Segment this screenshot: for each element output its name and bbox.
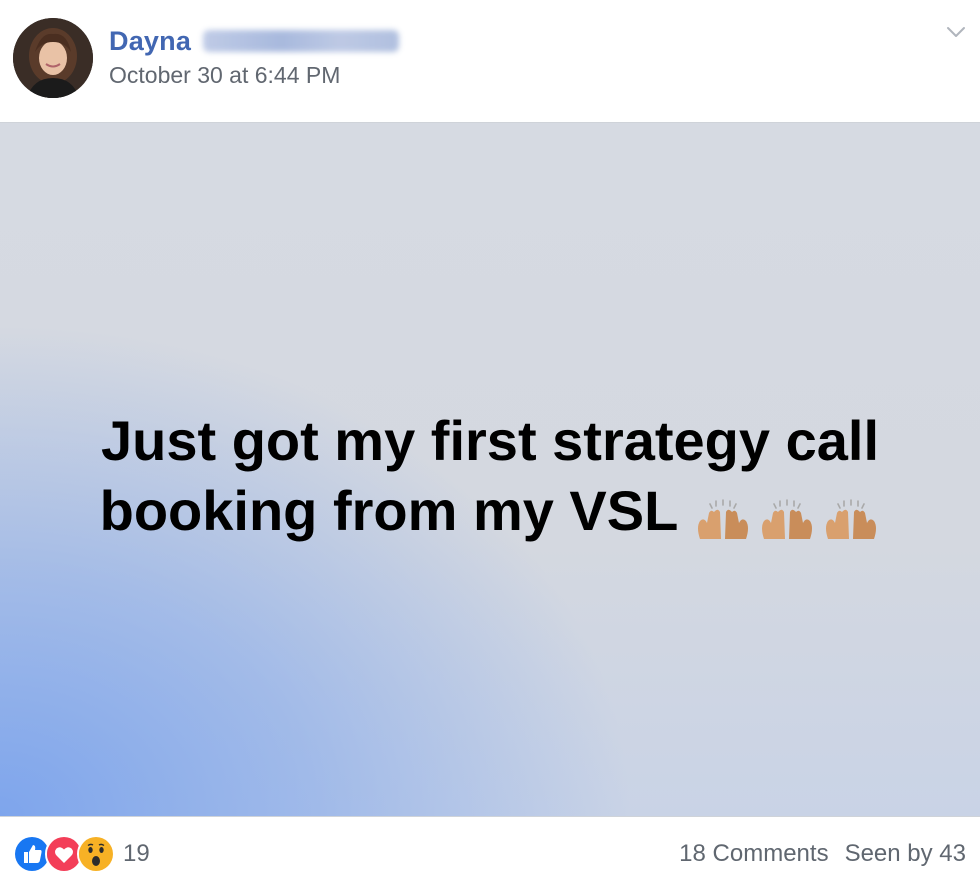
- author-name[interactable]: Dayna: [109, 26, 191, 57]
- redacted-last-name: [203, 30, 400, 52]
- raised-hands-icon: [758, 489, 816, 539]
- reaction-count: 19: [123, 840, 150, 867]
- facebook-post: Dayna October 30 at 6:44 PM Just got my …: [0, 0, 980, 886]
- author-avatar[interactable]: [13, 18, 93, 98]
- post-text-line-1: Just got my first strategy call: [100, 408, 879, 472]
- raised-hands-icon: [694, 489, 752, 539]
- post-text-line-2: booking from my VSL: [99, 478, 679, 542]
- background-text-post: Just got my first strategy call booking …: [0, 122, 980, 817]
- chevron-down-icon[interactable]: [944, 20, 968, 44]
- post-footer: 19 18 Comments Seen by 43: [0, 816, 980, 886]
- raised-hands-icon: [822, 489, 880, 539]
- post-stats: 18 Comments Seen by 43: [679, 840, 966, 868]
- post-text: Just got my first strategy call booking …: [50, 406, 930, 546]
- post-timestamp[interactable]: October 30 at 6:44 PM: [109, 62, 340, 89]
- post-header: Dayna October 30 at 6:44 PM: [0, 0, 980, 122]
- comments-count-link[interactable]: 18 Comments: [679, 840, 828, 868]
- emoji-group: [694, 489, 880, 539]
- avatar-photo: [13, 18, 93, 98]
- seen-by-link[interactable]: Seen by 43: [845, 840, 966, 868]
- post-text-line-2-wrap: booking from my VSL: [50, 476, 930, 546]
- reactions-summary[interactable]: 19: [13, 835, 150, 873]
- wow-icon: [77, 835, 115, 873]
- author-row: Dayna: [109, 24, 400, 58]
